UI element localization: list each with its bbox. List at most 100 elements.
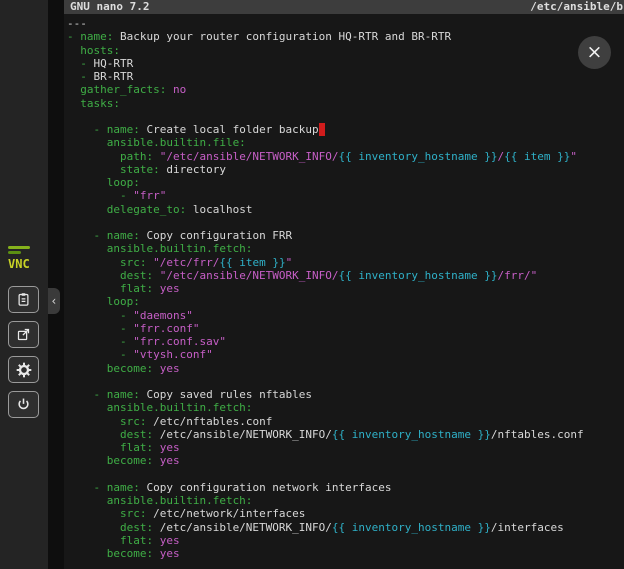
token: src: (67, 256, 146, 269)
editor-line: tasks: (67, 97, 624, 110)
token: yes (160, 441, 180, 454)
editor-line: flat: yes (67, 441, 624, 454)
editor-line: flat: yes (67, 534, 624, 547)
editor-line: become: yes (67, 547, 624, 560)
token: {{ item }} (504, 150, 570, 163)
token: /etc/network/interfaces (146, 507, 305, 520)
token: become: (67, 454, 153, 467)
token: tasks: (67, 97, 120, 110)
token: - (67, 57, 94, 70)
token: {{ inventory_hostname }} (332, 428, 491, 441)
editor-line: hosts: (67, 44, 624, 57)
vnc-logo-bar (8, 246, 30, 249)
editor-line: loop: (67, 176, 624, 189)
editor-line: loop: (67, 295, 624, 308)
editor-line: - "frr.conf" (67, 322, 624, 335)
token: /etc/nftables.conf (146, 415, 272, 428)
token: BR-RTR (94, 70, 134, 83)
editor-line: src: "/etc/frr/{{ item }}" (67, 256, 624, 269)
token: become: (67, 547, 153, 560)
token: /nftables.conf (491, 428, 584, 441)
token (153, 282, 160, 295)
token: no (173, 83, 186, 96)
token: yes (160, 282, 180, 295)
power-icon (16, 397, 31, 412)
vnc-logo-text: VNC (8, 257, 42, 271)
token: Create local folder backup (140, 123, 319, 136)
token (153, 150, 160, 163)
editor-line: flat: yes (67, 282, 624, 295)
editor-line: path: "/etc/ansible/NETWORK_INFO/{{ inve… (67, 150, 624, 163)
editor-line: - name: Copy saved rules nftables (67, 388, 624, 401)
editor-line: gather_facts: no (67, 83, 624, 96)
editor-line: src: /etc/nftables.conf (67, 415, 624, 428)
token: Backup your router configuration HQ-RTR … (113, 30, 451, 43)
editor-screen[interactable]: ---- name: Backup your router configurat… (64, 14, 624, 560)
token: - name: (67, 388, 140, 401)
clipboard-button[interactable] (8, 286, 39, 313)
token: dest: (67, 428, 153, 441)
token: src: (67, 507, 146, 520)
token: Copy configuration FRR (140, 229, 292, 242)
token: ansible.builtin.file: (67, 136, 246, 149)
power-button[interactable] (8, 391, 39, 418)
token (153, 441, 160, 454)
token: flat: (67, 534, 153, 547)
token: - (67, 309, 133, 322)
sidebar-collapse-handle[interactable]: ‹ (48, 288, 60, 314)
token: "/etc/ansible/NETWORK_INFO/ (160, 150, 339, 163)
editor-line (67, 216, 624, 229)
token: delegate_to: (67, 203, 186, 216)
editor-line: dest: "/etc/ansible/NETWORK_INFO/{{ inve… (67, 269, 624, 282)
token: dest: (67, 521, 153, 534)
editor-line: become: yes (67, 454, 624, 467)
editor-line: --- (67, 17, 624, 30)
token: - name: (67, 123, 140, 136)
chevron-left-icon: ‹ (50, 294, 57, 308)
token: --- (67, 17, 87, 30)
editor-line: - "frr.conf.sav" (67, 335, 624, 348)
token: {{ inventory_hostname }} (339, 150, 498, 163)
token (166, 83, 173, 96)
token: flat: (67, 282, 153, 295)
fullscreen-button[interactable] (8, 321, 39, 348)
token: /etc/ansible/NETWORK_INFO/ (153, 521, 332, 534)
editor-line: - name: Copy configuration network inter… (67, 481, 624, 494)
editor-line: - BR-RTR (67, 70, 624, 83)
token: " (286, 256, 293, 269)
token: " (570, 150, 577, 163)
settings-button[interactable] (8, 356, 39, 383)
token: dest: (67, 269, 153, 282)
token: "frr.conf" (133, 322, 199, 335)
token (153, 534, 160, 547)
token: localhost (186, 203, 252, 216)
token (153, 547, 160, 560)
editor-line: - "vtysh.conf" (67, 348, 624, 361)
token: hosts: (67, 44, 120, 57)
token: - (67, 322, 133, 335)
close-button[interactable]: × (578, 36, 611, 69)
vnc-sidebar: VNC (0, 0, 48, 569)
editor-line: - name: Create local folder backup (67, 123, 624, 136)
token: yes (160, 534, 180, 547)
editor-line: dest: /etc/ansible/NETWORK_INFO/{{ inven… (67, 521, 624, 534)
token: state: (67, 163, 160, 176)
settings-gear-icon (16, 362, 32, 378)
terminal-window[interactable]: GNU nano 7.2 /etc/ansible/b ---- name: B… (64, 0, 624, 569)
token: loop: (67, 295, 140, 308)
token: Copy configuration network interfaces (140, 481, 392, 494)
token: ansible.builtin.fetch: (67, 494, 252, 507)
token: directory (160, 163, 226, 176)
editor-line (67, 468, 624, 481)
token: - (67, 70, 94, 83)
token: src: (67, 415, 146, 428)
text-cursor (319, 123, 326, 136)
editor-line: - name: Backup your router configuration… (67, 30, 624, 43)
token: become: (67, 362, 153, 375)
editor-line: state: directory (67, 163, 624, 176)
token: ansible.builtin.fetch: (67, 242, 252, 255)
token: Copy saved rules nftables (140, 388, 312, 401)
clipboard-icon (16, 292, 31, 307)
editor-line: ansible.builtin.fetch: (67, 401, 624, 414)
editor-line (67, 110, 624, 123)
